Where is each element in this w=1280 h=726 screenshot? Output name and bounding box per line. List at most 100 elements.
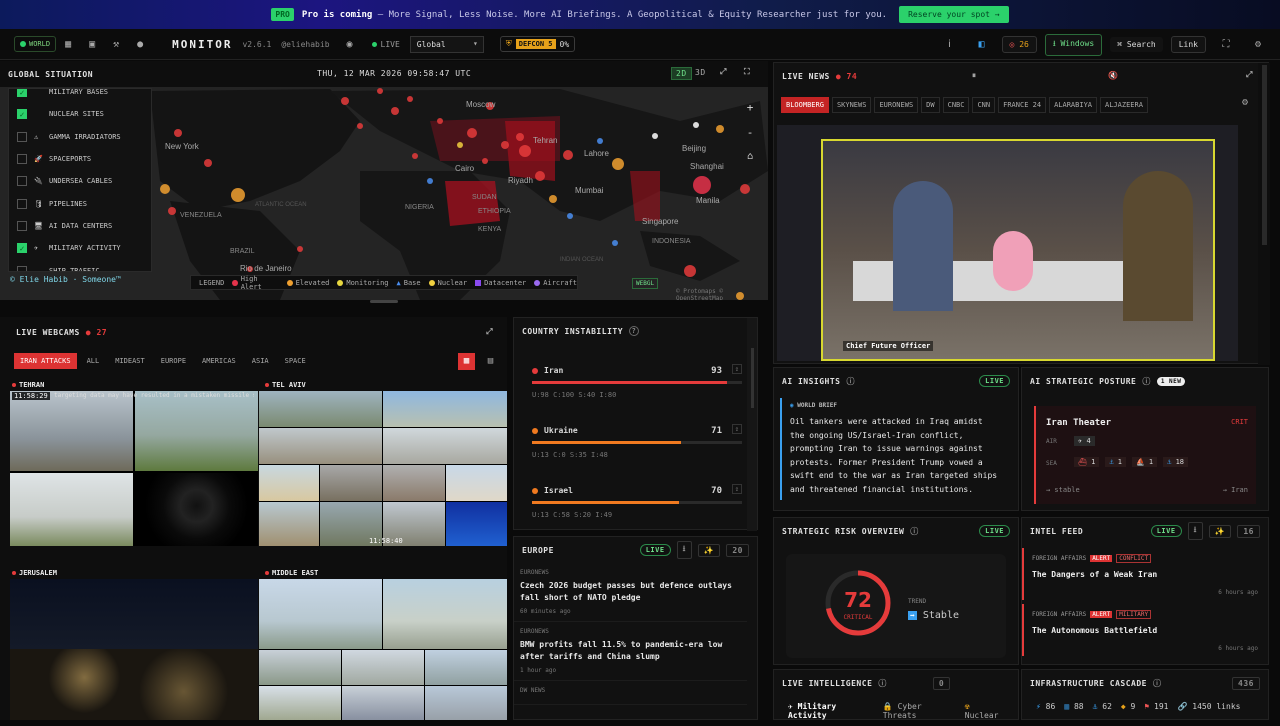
link-button[interactable]: Link <box>1170 36 1206 53</box>
summarize-icon[interactable]: ✨ <box>697 543 721 557</box>
download-icon[interactable]: ⭳ <box>676 541 692 559</box>
map-event-marker[interactable] <box>693 122 699 128</box>
country-row-israel[interactable]: Israel 70 ⇪ U:13 C:58 S:20 I:49 <box>532 484 742 519</box>
map-event-marker[interactable] <box>516 133 524 141</box>
map-event-marker[interactable] <box>427 178 433 184</box>
checkbox[interactable]: ✓ <box>17 243 27 254</box>
info-icon[interactable]: ⅰ <box>938 39 962 50</box>
map-event-marker[interactable] <box>437 118 443 124</box>
share-icon[interactable]: ⇪ <box>731 484 742 494</box>
intel-item[interactable]: FOREIGN AFFAIRS ALERT MILITARY The Autonom… <box>1022 604 1268 656</box>
live-video-player[interactable]: Chief Future Officer <box>777 125 1238 361</box>
expand-icon[interactable]: ⤢ <box>1246 70 1253 80</box>
map-mode-3d[interactable]: 3D <box>695 68 706 77</box>
resize-handle[interactable] <box>370 300 398 303</box>
intel-title[interactable]: The Dangers of a Weak Iran <box>1032 570 1260 579</box>
channel-tab-skynews[interactable]: SKYNEWS <box>831 97 872 113</box>
map-event-marker[interactable] <box>297 246 303 252</box>
map-event-marker[interactable] <box>412 153 418 159</box>
home-icon[interactable]: ⌂ <box>747 151 753 162</box>
fullscreen-icon[interactable]: ⛶ <box>744 67 750 77</box>
layer-toggle-military-bases[interactable]: ✓ MILITARY BASES <box>9 89 151 103</box>
webcam-filter-mideast[interactable]: MIDEAST <box>109 353 151 369</box>
map-event-marker[interactable] <box>482 158 488 164</box>
zoom-in-button[interactable]: + <box>747 101 754 114</box>
map-event-marker[interactable] <box>693 176 711 194</box>
webcam-telaviv[interactable]: 11:58:40 <box>259 391 507 546</box>
webcam-filter-americas[interactable]: AMERICAS <box>196 353 242 369</box>
map-mode-2d[interactable]: 2D <box>671 67 692 80</box>
map-event-marker[interactable] <box>612 158 624 170</box>
map-event-marker[interactable] <box>391 107 399 115</box>
map-event-marker[interactable] <box>357 123 363 129</box>
region-select[interactable]: Global <box>409 35 484 53</box>
checkbox[interactable]: ✓ <box>17 89 27 98</box>
news-item[interactable]: EURONEWS Czech 2026 budget passes but def… <box>514 563 747 622</box>
mute-icon[interactable]: 🔇 <box>1108 71 1118 80</box>
channel-tab-alarabiya[interactable]: ALARABIYA <box>1049 97 1097 113</box>
list-view-icon[interactable]: ▤ <box>482 353 499 370</box>
channel-tab-aljazeera[interactable]: ALJAZEERA <box>1100 97 1148 113</box>
theater-card[interactable]: Iran Theater CRIT AIR ✈ 4 SEA ⛴ 1 ⚓ 1 ⛵ … <box>1034 406 1256 504</box>
map-event-marker[interactable] <box>549 195 557 203</box>
layer-toggle-pipelines[interactable]: 🛢 PIPELINES <box>9 192 151 214</box>
map-event-marker[interactable] <box>716 125 724 133</box>
channel-tab-dw[interactable]: DW <box>921 97 940 113</box>
expand-icon[interactable]: ⤢ <box>486 327 493 337</box>
reserve-spot-button[interactable]: Reserve your spot → <box>899 6 1009 23</box>
channel-tab-cnn[interactable]: CNN <box>972 97 996 113</box>
map-event-marker[interactable] <box>597 138 603 144</box>
zoom-out-button[interactable]: - <box>747 126 754 139</box>
share-icon[interactable]: ⇪ <box>731 424 742 434</box>
checkbox[interactable] <box>17 154 27 165</box>
help-icon[interactable]: ⓘ <box>878 678 887 689</box>
browser-icon[interactable]: ◧ <box>970 39 994 50</box>
map-event-marker[interactable] <box>563 150 573 160</box>
layer-toggle-nuclear-sites[interactable]: ✓ NUCLEAR SITES <box>9 103 151 125</box>
help-icon[interactable]: ⓘ <box>910 526 919 537</box>
map-event-marker[interactable] <box>519 145 531 157</box>
webcam-filter-space[interactable]: SPACE <box>279 353 312 369</box>
layer-toggle-spaceports[interactable]: 🚀 SPACEPORTS <box>9 148 151 170</box>
tools-icon[interactable]: ⚒ <box>104 39 128 50</box>
webcam-filter-all[interactable]: ALL <box>81 353 106 369</box>
channel-tab-bloomberg[interactable]: BLOOMBERG <box>781 97 829 113</box>
alerts-button[interactable]: ◎ 26 <box>1001 36 1037 53</box>
checkbox[interactable] <box>17 131 27 142</box>
search-button[interactable]: ⌘ Search <box>1110 37 1163 52</box>
happy-variant-icon[interactable]: ● <box>128 39 152 50</box>
map-event-marker[interactable] <box>467 128 477 138</box>
news-title[interactable]: BMW profits fall 11.5% to pandemic-era l… <box>520 639 741 663</box>
map-event-marker[interactable] <box>652 133 658 139</box>
webcam-filter-asia[interactable]: ASIA <box>246 353 275 369</box>
summarize-icon[interactable]: ✨ <box>1208 524 1232 538</box>
scrollbar[interactable] <box>1258 63 1270 365</box>
tab-nuclear[interactable]: ☢ Nuclear <box>965 702 1004 720</box>
map-event-marker[interactable] <box>168 207 176 215</box>
checkbox[interactable] <box>17 220 27 231</box>
country-row-iran[interactable]: Iran 93 ⇪ U:98 C:100 S:40 I:80 <box>532 364 742 399</box>
webcam-jerusalem[interactable] <box>10 579 258 720</box>
channel-tab-euronews[interactable]: EURONEWS <box>874 97 919 113</box>
webcam-tehran[interactable]: 11:58:29 targeting data may have resulte… <box>10 391 258 546</box>
map-event-marker[interactable] <box>457 142 463 148</box>
tech-variant-icon[interactable]: ▦ <box>56 39 80 50</box>
help-icon[interactable]: ? <box>629 326 640 336</box>
layer-toggle-gamma-irradiators[interactable]: ⚠ GAMMA IRRADIATORS <box>9 126 151 148</box>
layer-toggle-military-activity[interactable]: ✓ ✈ MILITARY ACTIVITY <box>9 237 151 259</box>
download-icon[interactable]: ⭳ <box>1187 522 1203 540</box>
channel-tab-france-24[interactable]: FRANCE 24 <box>998 97 1047 113</box>
map-event-marker[interactable] <box>407 96 413 102</box>
map-event-marker[interactable] <box>377 88 383 94</box>
fullscreen-icon[interactable]: ⛶ <box>1214 39 1238 50</box>
author-handle[interactable]: @eliehabib <box>281 40 329 49</box>
defcon-indicator[interactable]: ⛨ DEFCON 5 0% <box>499 36 576 52</box>
intel-item[interactable]: FOREIGN AFFAIRS ALERT CONFLICT The Dangers… <box>1022 548 1268 600</box>
settings-icon[interactable]: ⚙ <box>1246 39 1270 50</box>
map-event-marker[interactable] <box>684 265 696 277</box>
map-event-marker[interactable] <box>204 159 212 167</box>
scrollbar[interactable] <box>747 318 757 531</box>
channel-tab-cnbc[interactable]: CNBC <box>942 97 970 113</box>
layer-toggle-ship-traffic[interactable]: SHIP TRAFFIC <box>9 259 151 271</box>
github-icon[interactable]: ◉ <box>338 39 362 50</box>
